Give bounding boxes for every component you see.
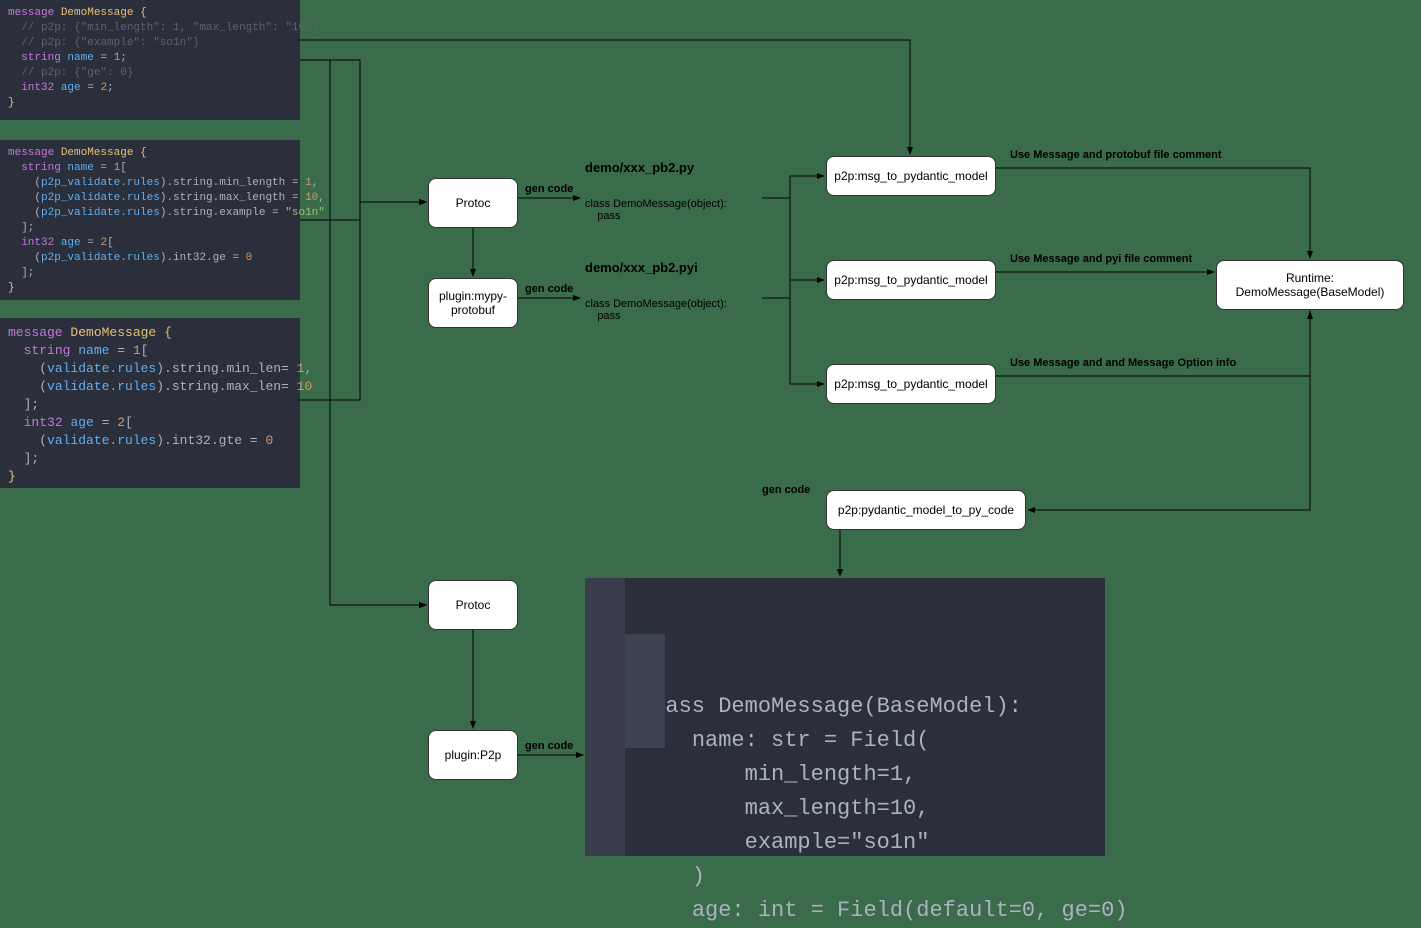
gen-code-label-2: gen code <box>525 283 573 295</box>
class-pyi-preview: class DemoMessage(object): pass <box>585 298 727 322</box>
runtime-demo-message-node: Runtime:DemoMessage(BaseModel) <box>1216 260 1404 310</box>
protoc-node-2: Protoc <box>428 580 518 630</box>
file-py-label: demo/xxx_pb2.py <box>585 160 694 175</box>
protobuf-comment-style: message DemoMessage { // p2p: {"min_leng… <box>0 0 300 120</box>
p2p-msg-to-pydantic-1: p2p:msg_to_pydantic_model <box>826 156 996 196</box>
protobuf-validate-style: message DemoMessage { string name = 1[ (… <box>0 318 300 488</box>
p2p-pydantic-to-py-code: p2p:pydantic_model_to_py_code <box>826 490 1026 530</box>
plugin-p2p-node: plugin:P2p <box>428 730 518 780</box>
use-pyi-comment-label: Use Message and pyi file comment <box>1010 253 1192 265</box>
gen-code-label-4: gen code <box>762 484 810 496</box>
file-pyi-label: demo/xxx_pb2.pyi <box>585 260 698 275</box>
use-protobuf-comment-label: Use Message and protobuf file comment <box>1010 149 1221 161</box>
p2p-msg-to-pydantic-2: p2p:msg_to_pydantic_model <box>826 260 996 300</box>
gen-code-label-1: gen code <box>525 183 573 195</box>
class-py-preview: class DemoMessage(object): pass <box>585 198 727 222</box>
protoc-node-1: Protoc <box>428 178 518 228</box>
p2p-msg-to-pydantic-3: p2p:msg_to_pydantic_model <box>826 364 996 404</box>
gen-code-label-3: gen code <box>525 740 573 752</box>
protobuf-p2p-validate-style: message DemoMessage { string name = 1[ (… <box>0 140 300 300</box>
use-message-option-label: Use Message and and Message Option info <box>1010 357 1236 369</box>
plugin-mypy-protobuf-node: plugin:mypy-protobuf <box>428 278 518 328</box>
generated-pydantic-code: class DemoMessage(BaseModel): name: str … <box>585 578 1105 856</box>
